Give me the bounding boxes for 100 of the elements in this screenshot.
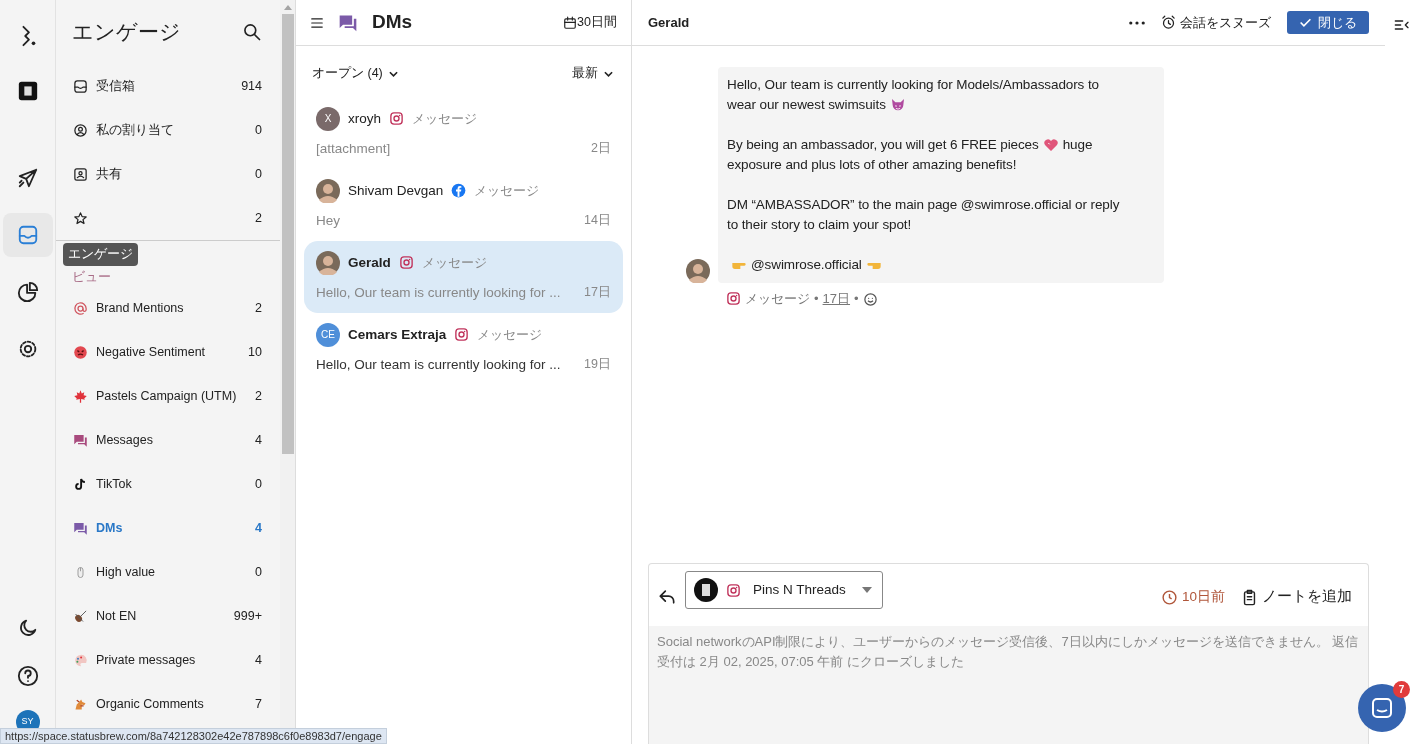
sort-dropdown[interactable]: 最新 [572,64,613,83]
help-icon [16,665,39,687]
item-count: 4 [255,519,262,537]
item-count: 914 [241,77,262,95]
item-count: 10 [248,343,262,361]
message-preview: [attachment] [316,139,391,158]
search-button[interactable] [242,21,262,43]
message-text: to their story to claim your spot! [727,216,912,234]
sidebar-item[interactable]: 2 [56,196,280,240]
avatar [316,250,340,275]
item-count: 0 [255,563,262,581]
sidebar-item[interactable]: 受信箱 914 [56,64,280,108]
item-label: 受信箱 [96,77,135,95]
at-icon [73,300,88,316]
sidebar-item[interactable]: TikTok 0 [56,462,280,506]
pie-chart-icon [16,281,39,303]
palette-icon [73,652,88,668]
date-range-button[interactable]: 30日間 [563,13,617,32]
sidebar-item[interactable]: Not EN 999+ [56,594,280,638]
sidebar-item[interactable]: Messages 4 [56,418,280,462]
chat-icon [73,432,88,448]
item-count: 7 [255,695,262,713]
chat-icon [73,520,88,536]
message-type: メッセージ [412,110,477,128]
snooze-button[interactable]: 会話をスヌーズ [1161,12,1271,33]
item-label: Not EN [96,607,137,625]
search-icon [242,22,262,43]
item-count: 0 [255,121,262,139]
item-label: Negative Sentiment [96,343,206,361]
avatar: CE [316,322,340,347]
inbox-icon [16,224,39,246]
section-heading: ビュー [72,270,111,284]
star-icon [73,210,88,226]
sidebar-item[interactable]: Organic Comments 7 [56,682,280,726]
clock-icon [1160,588,1178,606]
contact-name: Gerald [348,253,391,272]
account-selector[interactable]: Pins N Threads [685,571,883,609]
sidebar-item[interactable]: 共有 0 [56,152,280,196]
separator-dot: • [854,290,859,308]
caret-icon [388,70,398,77]
account-name: Pins N Threads [753,580,846,599]
message-preview: Hey [316,211,340,230]
message-age: 17日 [584,283,611,301]
contact-name: Cemars Extraja [348,325,447,344]
item-label: TikTok [96,475,132,493]
item-label: Brand Mentions [96,299,184,317]
message-age-link[interactable]: 17日 [822,289,851,309]
sidebar-item[interactable]: Pastels Campaign (UTM) 2 [56,374,280,418]
message-preview: Hello, Our team is currently looking for ... [316,283,561,302]
caret-icon [861,587,872,593]
alarm-clock-icon [1161,15,1176,30]
menu-icon [310,16,324,31]
message-age: 14日 [584,211,611,229]
add-note-button[interactable]: ノートを追加 [1241,586,1352,608]
conversation-item[interactable]: CE Cemars Extraja メッセージ Hello, Our team is currently looking for ... 19日 [304,312,623,385]
conversation-item[interactable]: Gerald メッセージ Hello, Our team is currently looking for ... 17日 [304,240,623,313]
message-age: 2日 [591,139,611,157]
chat-icon [1370,696,1394,720]
message-type: メッセージ [745,290,810,308]
paper-plane-icon [16,167,39,189]
scrollbar-thumb[interactable] [281,14,294,454]
notification-badge: 7 [1393,681,1410,698]
calendar-icon [563,15,578,30]
message-text: @swimrose.official [751,256,862,274]
sidebar-item[interactable]: Brand Mentions 2 [56,286,280,330]
sidebar-item[interactable]: Negative Sentiment 10 [56,330,280,374]
item-count: 0 [255,165,262,183]
contact-name: Shivam Devgan [348,181,444,200]
sidebar-item[interactable]: Private messages 4 [56,638,280,682]
brand-icon [16,80,39,102]
sidebar-item[interactable]: DMs 4 [56,506,280,550]
item-label: Pastels Campaign (UTM) [96,387,237,405]
item-label: 私の割り当て [96,121,174,139]
inbox-icon [73,78,88,94]
maple-leaf-icon [73,388,88,404]
tiktok-icon [73,476,88,492]
message-text: By being an ambassador, you will get 6 FREE pieces [727,136,1039,154]
conversation-item[interactable]: X xroyh メッセージ [attachment] 2日 [304,96,623,169]
message-type: メッセージ [474,182,540,200]
close-button[interactable]: 閉じる [1287,10,1369,35]
account-avatar [694,578,718,602]
shared-icon [73,166,88,182]
more-icon [1129,21,1145,26]
reply-closed-notice: Social networkのAPI制限により、ユーザーからのメッセージ受信後、7日以内にしかメッセージを送信できません。 返信受付は 2月 02, 2025, 07:05 午前 にクローズしました [649,626,1368,744]
message-age: 19日 [584,355,611,373]
sidebar-item[interactable]: High value 0 [56,550,280,594]
message-text: DM “AMBASSADOR” to the main page @swimrose.official or reply [727,196,1120,214]
angry-face-icon [73,344,88,360]
list-title: DMs [372,11,413,34]
tooltip: エンゲージ [63,243,138,266]
status-filter[interactable]: オープン (4) [312,64,398,83]
conversation-item[interactable]: Shivam Devgan メッセージ Hey 14日 [304,168,623,241]
item-count: 999+ [233,607,262,625]
url-tooltip: https://space.statusbrew.com/8a742128302e42e787898c6f0e8983d7/engage [0,728,387,744]
message-text: exposure and plus lots of other amazing benefits! [727,156,1017,174]
message-type: メッセージ [421,254,487,272]
item-count: 2 [255,209,262,227]
sidebar-item[interactable]: 私の割り当て 0 [56,108,280,152]
item-label: High value [96,563,156,581]
item-count: 4 [255,651,262,669]
